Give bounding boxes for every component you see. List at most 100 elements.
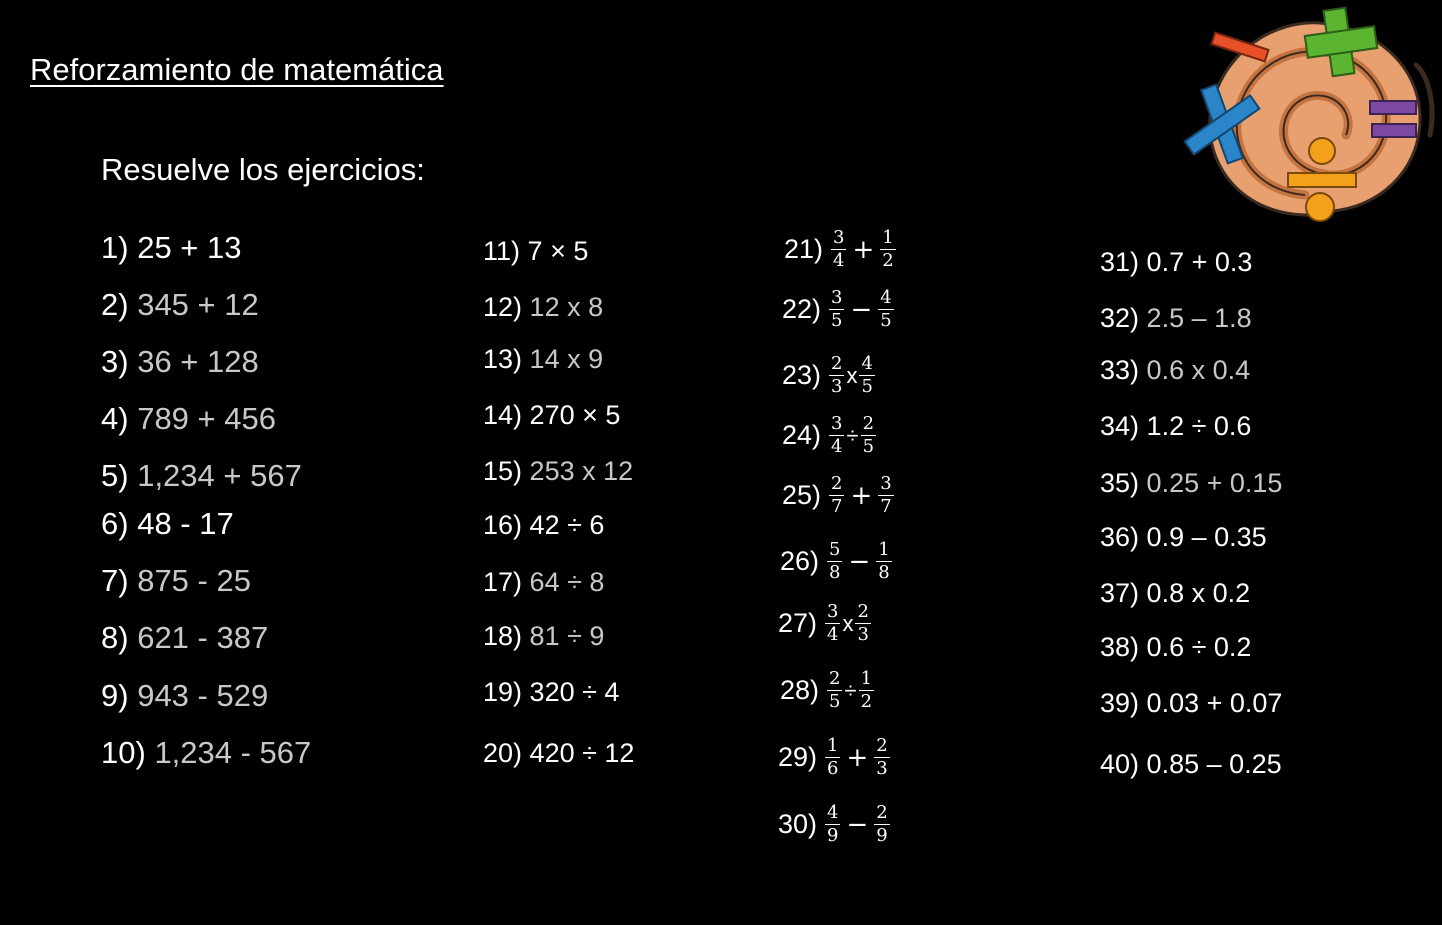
fraction-denominator: 3 <box>857 624 869 645</box>
fraction-denominator: 9 <box>876 825 888 846</box>
exercise-2: 2) 345 + 12 <box>101 289 259 320</box>
fraction-a: 16 <box>825 735 841 779</box>
exercise-expression: 320 ÷ 4 <box>529 677 620 707</box>
exercise-11: 11) 7 × 5 <box>483 238 588 265</box>
operator: ÷ <box>846 422 859 448</box>
fraction-denominator: 8 <box>878 562 890 583</box>
exercise-expression: 1.2 ÷ 0.6 <box>1146 411 1252 441</box>
fraction-denominator: 2 <box>882 250 894 271</box>
exercise-number: 30) <box>778 809 818 839</box>
exercise-number: 8) <box>101 620 129 655</box>
fraction-denominator: 4 <box>831 436 843 457</box>
exercise-6: 6) 48 - 17 <box>101 508 234 539</box>
fraction-numerator: 2 <box>874 802 890 825</box>
exercise-expression: 2.5 – 1.8 <box>1146 303 1252 333</box>
fraction-b: 18 <box>876 541 892 583</box>
exercise-number: 18) <box>483 621 523 651</box>
exercise-expression: 621 - 387 <box>137 620 269 655</box>
exercise-27: 27) 34 x 23 <box>778 603 871 644</box>
exercise-number: 38) <box>1100 632 1140 662</box>
exercise-number: 11) <box>483 236 521 266</box>
fraction-denominator: 5 <box>861 376 873 397</box>
exercise-number: 29) <box>778 742 818 772</box>
fraction-a: 34 <box>831 229 847 270</box>
fraction-b: 12 <box>880 227 896 271</box>
operator: x <box>846 362 858 388</box>
exercise-expression: 14 x 9 <box>529 344 604 374</box>
exercise-number: 39) <box>1100 688 1140 718</box>
fraction-denominator: 5 <box>831 310 843 331</box>
exercise-expression: 0.6 x 0.4 <box>1146 355 1251 385</box>
exercise-1: 1) 25 + 13 <box>101 232 242 263</box>
exercise-number: 36) <box>1100 522 1140 552</box>
fraction-a: 23 <box>829 353 845 396</box>
operator: + <box>850 480 873 511</box>
exercise-33: 33) 0.6 x 0.4 <box>1100 357 1250 384</box>
page-title: Reforzamiento de matemática <box>30 52 444 87</box>
fraction-numerator: 2 <box>827 668 843 691</box>
exercise-number: 12) <box>483 292 523 322</box>
exercise-16: 16) 42 ÷ 6 <box>483 512 604 539</box>
exercise-23: 23) 23 x 45 <box>782 355 875 396</box>
exercise-8: 8) 621 - 387 <box>101 622 268 653</box>
fraction-numerator: 5 <box>827 539 843 562</box>
exercise-number: 27) <box>778 608 818 638</box>
exercise-expression: 0.85 – 0.25 <box>1146 749 1282 779</box>
exercise-40: 40) 0.85 – 0.25 <box>1100 751 1282 778</box>
exercise-9: 9) 943 - 529 <box>101 680 268 711</box>
exercise-expression: 48 - 17 <box>137 506 234 541</box>
exercise-35: 35) 0.25 + 0.15 <box>1100 470 1282 497</box>
fraction-b: 12 <box>858 668 875 711</box>
fraction-numerator: 4 <box>825 802 841 825</box>
fraction-numerator: 1 <box>880 227 896 250</box>
instructions-heading: Resuelve los ejercicios: <box>101 152 425 187</box>
exercise-number: 26) <box>780 546 820 576</box>
fraction-b: 25 <box>860 415 877 456</box>
operator: x <box>842 610 854 636</box>
exercise-number: 34) <box>1100 411 1140 441</box>
exercise-number: 22) <box>782 294 822 324</box>
fraction-numerator: 1 <box>825 735 841 758</box>
fraction-numerator: 3 <box>825 601 841 624</box>
exercise-number: 1) <box>101 230 129 265</box>
exercise-number: 40) <box>1100 749 1140 779</box>
exercise-number: 9) <box>101 678 129 713</box>
fraction-numerator: 3 <box>829 413 845 436</box>
fraction-a: 25 <box>827 668 843 712</box>
exercise-number: 23) <box>782 360 822 390</box>
exercise-39: 39) 0.03 + 0.07 <box>1100 690 1282 717</box>
exercise-expression: 0.8 x 0.2 <box>1146 578 1251 608</box>
exercise-expression: 0.7 + 0.3 <box>1146 247 1253 277</box>
fraction-b: 45 <box>878 289 894 331</box>
exercise-number: 2) <box>101 287 129 322</box>
operator: ÷ <box>844 677 857 703</box>
fraction-denominator: 5 <box>880 310 892 331</box>
fraction-b: 23 <box>855 601 871 645</box>
exercise-37: 37) 0.8 x 0.2 <box>1100 580 1250 607</box>
exercise-18: 18) 81 ÷ 9 <box>483 623 604 650</box>
fraction-numerator: 4 <box>859 353 875 376</box>
exercise-number: 31) <box>1100 247 1140 277</box>
exercise-number: 20) <box>483 738 523 768</box>
exercise-expression: 25 + 13 <box>137 230 242 265</box>
exercise-number: 15) <box>483 456 523 486</box>
fraction-denominator: 8 <box>829 562 841 583</box>
fraction-denominator: 5 <box>829 691 841 712</box>
operator: − <box>846 809 869 840</box>
exercise-expression: 253 x 12 <box>529 456 634 486</box>
fraction-numerator: 3 <box>829 287 845 310</box>
exercise-number: 5) <box>101 458 129 493</box>
exercise-30: 30) 49 − 29 <box>778 804 890 845</box>
fraction-numerator: 2 <box>829 353 845 376</box>
exercise-number: 6) <box>101 506 129 541</box>
exercise-29: 29) 16 + 23 <box>778 737 890 778</box>
fraction-denominator: 6 <box>827 758 839 779</box>
exercise-number: 7) <box>101 563 129 598</box>
exercise-number: 4) <box>101 401 129 436</box>
fraction-numerator: 2 <box>855 601 871 624</box>
fraction-numerator: 1 <box>858 668 875 691</box>
fraction-b: 37 <box>878 475 894 516</box>
exercise-22: 22) 35 − 45 <box>782 289 894 330</box>
exercise-38: 38) 0.6 ÷ 0.2 <box>1100 634 1251 661</box>
exercise-3: 3) 36 + 128 <box>101 346 259 377</box>
